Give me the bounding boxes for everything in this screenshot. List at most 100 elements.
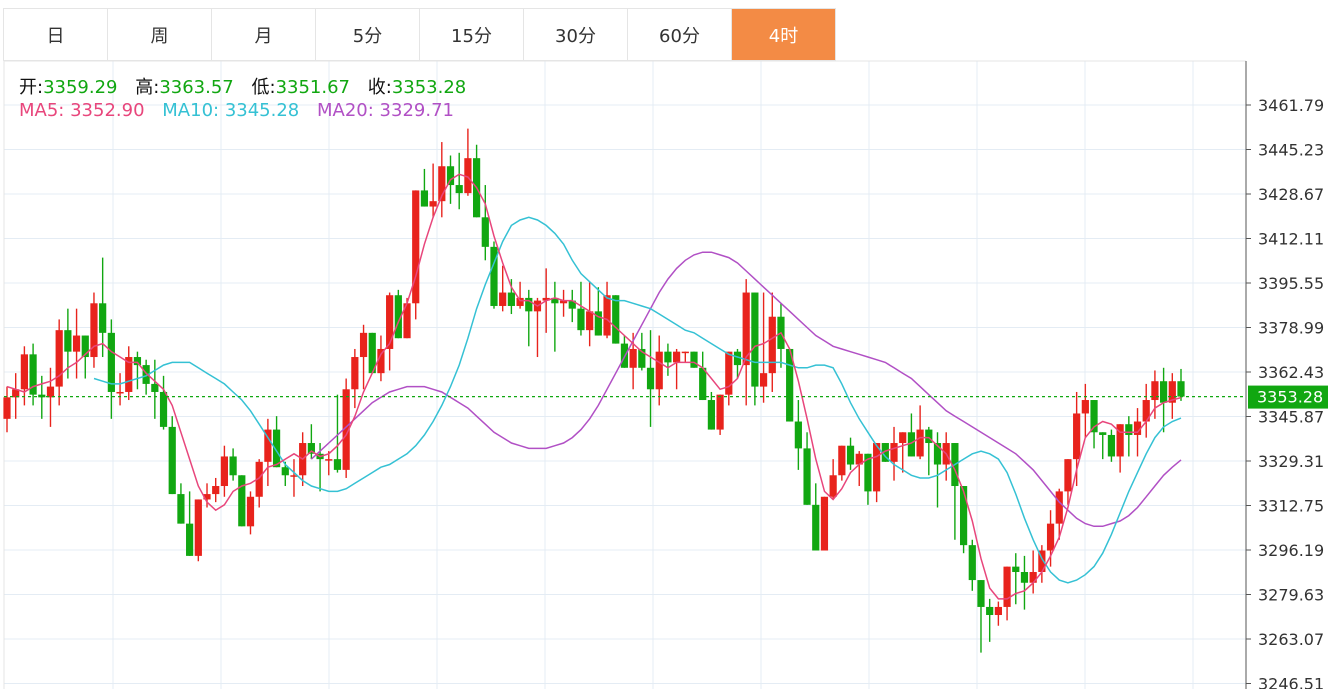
candle-body [507,292,515,306]
candle-body [325,459,333,461]
ma20-label: MA20: [317,100,374,121]
candle-body [168,426,176,495]
candle-body [586,311,594,331]
candle-body [838,445,846,476]
candle-body [151,383,159,392]
candle-body [159,391,168,427]
candle-body [229,456,237,476]
candle-body [925,429,933,444]
candle-body [246,496,255,527]
candle-body [429,201,437,207]
y-tick-label: 3395.55 [1258,274,1324,293]
candle-body [681,351,689,354]
candle-body [751,292,759,387]
candle-body [481,217,489,247]
candle-body [829,475,837,497]
candle-body [1151,381,1159,401]
candle-body [1107,434,1116,457]
ma10-value: 3345.28 [224,100,300,121]
candle-body [716,394,724,430]
candle-body [64,330,72,352]
y-tick-label: 3378.99 [1258,319,1324,338]
candle-body [1099,432,1107,435]
open-value: 3359.29 [43,77,118,98]
low-label: 低: [251,77,276,98]
candle-body [603,295,611,336]
candle-body [673,351,681,363]
candle-body [220,456,229,487]
y-tick-label: 3412.11 [1258,230,1324,249]
candle-body [1046,523,1055,551]
y-tick-label: 3312.75 [1258,497,1324,516]
candle-body [1029,572,1037,583]
candle-body [238,475,246,527]
candle-body [3,397,11,419]
candle-body [1073,413,1081,460]
ma10-label: MA10: [162,100,220,121]
ma20-value: 3329.71 [379,100,454,121]
y-tick-label: 3445.23 [1258,141,1324,160]
candle-body [281,467,289,476]
candle-body [333,459,342,470]
candle-body [759,373,768,387]
candle-body [699,367,707,401]
candle-body [386,295,394,349]
candle-body [803,448,811,505]
candle-body [420,190,429,207]
y-tick-label: 3461.79 [1258,96,1324,115]
ohlc-info: 开:3359.29 高:3363.57 低:3351.67 收:3353.28 [19,73,466,99]
candle-body [499,292,507,306]
candle-body [1012,566,1020,573]
candle-body [846,445,855,465]
candle-body [212,486,220,495]
ma10-line [93,216,1182,584]
candle-body [577,308,585,331]
candle-body [820,496,829,551]
ma5-label: MA5: [19,100,65,121]
candle-body [1064,459,1072,492]
candle-body [1177,381,1185,397]
high-value: 3363.57 [159,77,234,98]
close-label: 收: [367,77,392,98]
candle-body [72,335,81,352]
candle-body [1160,381,1168,403]
candle-body [646,367,655,390]
candle-body [516,297,524,306]
candle-body [116,391,124,394]
candle-body [1081,400,1089,414]
y-tick-label: 3296.19 [1258,541,1324,560]
candle-body [20,354,28,390]
candle-body [1003,566,1011,607]
candle-body [446,166,455,186]
candle-body [812,504,820,551]
candle-body [46,386,55,398]
candle-body [725,351,733,395]
y-tick-label: 3279.63 [1258,586,1324,605]
candle-body [664,351,672,363]
ma5-line [6,173,1182,600]
candle-body [1055,491,1063,524]
candle-body [959,486,968,546]
candle-body [186,523,194,556]
high-label: 高: [135,77,160,98]
candle-body [768,316,776,374]
candle-body [994,606,1002,616]
ma5-value: 3352.90 [70,100,145,121]
candle-body [873,443,881,492]
candle-body [794,421,802,449]
y-tick-label: 3329.31 [1258,452,1324,471]
y-tick-label: 3263.07 [1258,630,1324,649]
y-tick-label: 3246.51 [1258,675,1324,689]
candle-body [629,348,637,368]
last-price-label: 3353.28 [1257,388,1323,407]
ma-info: MA5: 3352.90 MA10: 3345.28 MA20: 3329.71 [19,100,454,121]
low-value: 3351.67 [275,77,351,98]
candle-body [133,357,142,366]
candle-body [1020,572,1029,583]
candle-body [655,351,663,390]
candle-body [1125,424,1133,435]
y-tick-label: 3362.43 [1258,363,1324,382]
candle-body [99,303,107,333]
close-value: 3353.28 [391,77,467,98]
candle-body [194,499,202,556]
